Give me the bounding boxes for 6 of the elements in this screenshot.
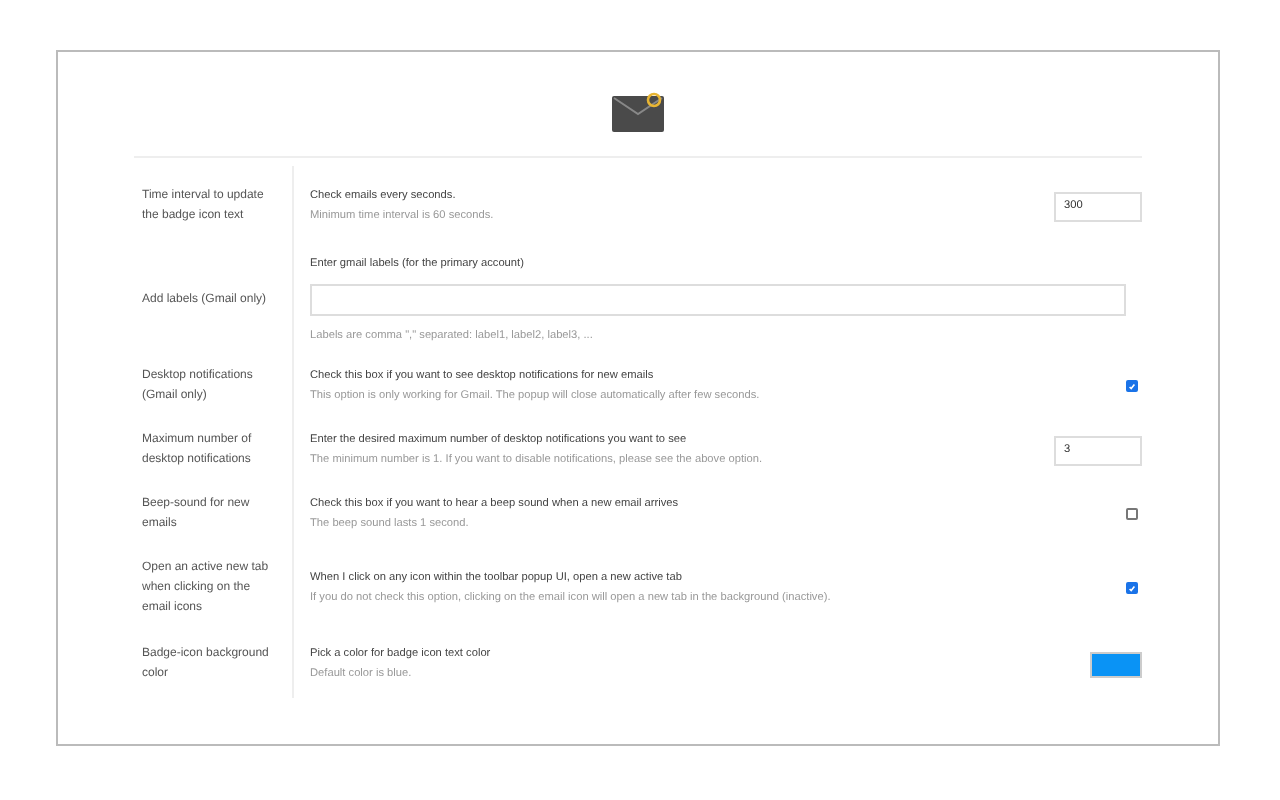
checkbox[interactable]: [1126, 582, 1138, 594]
checkbox[interactable]: [1126, 380, 1138, 392]
checkbox[interactable]: [1126, 508, 1138, 520]
labels-field[interactable]: [310, 284, 1126, 316]
color-picker[interactable]: [1090, 651, 1142, 677]
envelope-icon: [612, 92, 664, 132]
